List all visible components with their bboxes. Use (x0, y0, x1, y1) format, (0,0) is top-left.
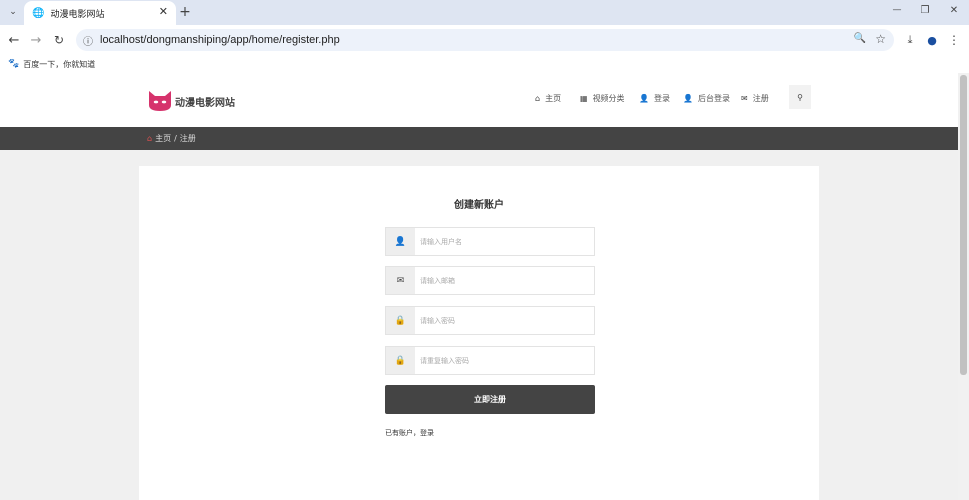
forward-icon[interactable]: → (28, 32, 44, 48)
menu-icon[interactable]: ⋮ (948, 32, 960, 48)
minimize-button[interactable]: — (888, 5, 906, 15)
nav-label: 注册 (752, 94, 769, 103)
search-icon: ⚲ (797, 92, 803, 102)
nav-label: 登录 (653, 94, 670, 103)
register-button[interactable]: 立即注册 (385, 385, 595, 414)
url-text[interactable]: localhost/dongmanshiping/app/home/regist… (100, 34, 340, 46)
scrollbar-thumb[interactable] (960, 75, 967, 375)
username-field: 👤 (385, 227, 595, 256)
breadcrumb-separator: / (174, 134, 177, 143)
envelope-icon: ✉ (386, 267, 415, 294)
search-button[interactable]: ⚲ (789, 85, 811, 109)
bookmark-baidu[interactable]: 百度一下，你就知道 (23, 59, 95, 70)
new-tab-button[interactable]: + (178, 3, 192, 21)
page-viewport: 动漫电影网站 ⌂ 主页 ▦ 视频分类 👤 登录 👤 后台登录 ✉ 注册 ⚲ ⌂ … (0, 73, 958, 500)
password-field: 🔒 (385, 306, 595, 335)
tab-close-icon[interactable]: ✕ (159, 5, 168, 18)
download-icon[interactable]: ⤓ (902, 32, 918, 48)
back-icon[interactable]: ← (6, 32, 22, 48)
cat-logo-icon (149, 91, 171, 111)
password-input[interactable] (415, 307, 594, 334)
address-bar[interactable]: ⓘ localhost/dongmanshiping/app/home/regi… (76, 29, 894, 51)
login-prefix: 已有账户， (385, 429, 420, 437)
nav-admin-login[interactable]: 👤 后台登录 (683, 93, 730, 104)
restore-button[interactable]: ❐ (916, 5, 934, 16)
username-input[interactable] (415, 228, 594, 255)
nav-categories[interactable]: ▦ 视频分类 (580, 93, 625, 104)
email-input[interactable] (415, 267, 594, 294)
baidu-paw-icon: 🐾 (8, 59, 20, 69)
breadcrumb-home[interactable]: 主页 (155, 133, 171, 144)
grid-icon: ▦ (580, 94, 588, 103)
user-icon: 👤 (683, 94, 693, 103)
lock-icon: 🔒 (386, 307, 415, 334)
login-link[interactable]: 登录 (420, 429, 434, 437)
profile-avatar[interactable]: ● (924, 32, 940, 48)
nav-label: 主页 (545, 94, 562, 103)
lock-icon: 🔒 (386, 347, 415, 374)
site-logo[interactable]: 动漫电影网站 (148, 90, 235, 112)
user-icon: 👤 (639, 94, 649, 103)
form-title: 创建新账户 (454, 200, 504, 211)
zoom-icon[interactable]: 🔍 (854, 33, 866, 44)
nav-register[interactable]: ✉ 注册 (741, 93, 769, 104)
user-icon: 👤 (386, 228, 415, 255)
breadcrumb-current: 注册 (179, 134, 196, 143)
nav-login[interactable]: 👤 登录 (639, 93, 670, 104)
nav-label: 后台登录 (697, 94, 730, 103)
breadcrumb: ⌂ 主页 / 注册 (0, 127, 958, 150)
tab-list-icon[interactable]: ⌄ (6, 5, 20, 19)
nav-home[interactable]: ⌂ 主页 (535, 93, 561, 104)
home-icon: ⌂ (147, 134, 153, 143)
nav-label: 视频分类 (592, 94, 625, 103)
bookmark-star-icon[interactable]: ☆ (875, 32, 886, 46)
logo-text: 动漫电影网站 (175, 97, 235, 109)
globe-icon: 🌐 (32, 7, 45, 19)
reload-icon[interactable]: ↻ (51, 32, 67, 48)
home-icon: ⌂ (535, 94, 541, 103)
tab-title: 动漫电影网站 (50, 9, 105, 20)
close-window-button[interactable]: ✕ (945, 5, 963, 16)
email-field: ✉ (385, 266, 595, 295)
browser-tab[interactable]: 🌐 动漫电影网站 ✕ (24, 1, 176, 25)
confirm-password-field: 🔒 (385, 346, 595, 375)
site-header: 动漫电影网站 ⌂ 主页 ▦ 视频分类 👤 登录 👤 后台登录 ✉ 注册 ⚲ (0, 73, 958, 127)
login-prompt: 已有账户，登录 (385, 428, 434, 438)
bookmarks-bar: 🐾 百度一下，你就知道 (0, 55, 969, 73)
register-card: 创建新账户 👤 ✉ 🔒 🔒 立即注册 已有账户，登录 (139, 166, 819, 500)
tab-strip: ⌄ 🌐 动漫电影网站 ✕ + — ❐ ✕ (0, 0, 969, 25)
info-icon[interactable]: ⓘ (83, 33, 93, 48)
confirm-password-input[interactable] (415, 347, 594, 374)
envelope-icon: ✉ (741, 94, 748, 103)
